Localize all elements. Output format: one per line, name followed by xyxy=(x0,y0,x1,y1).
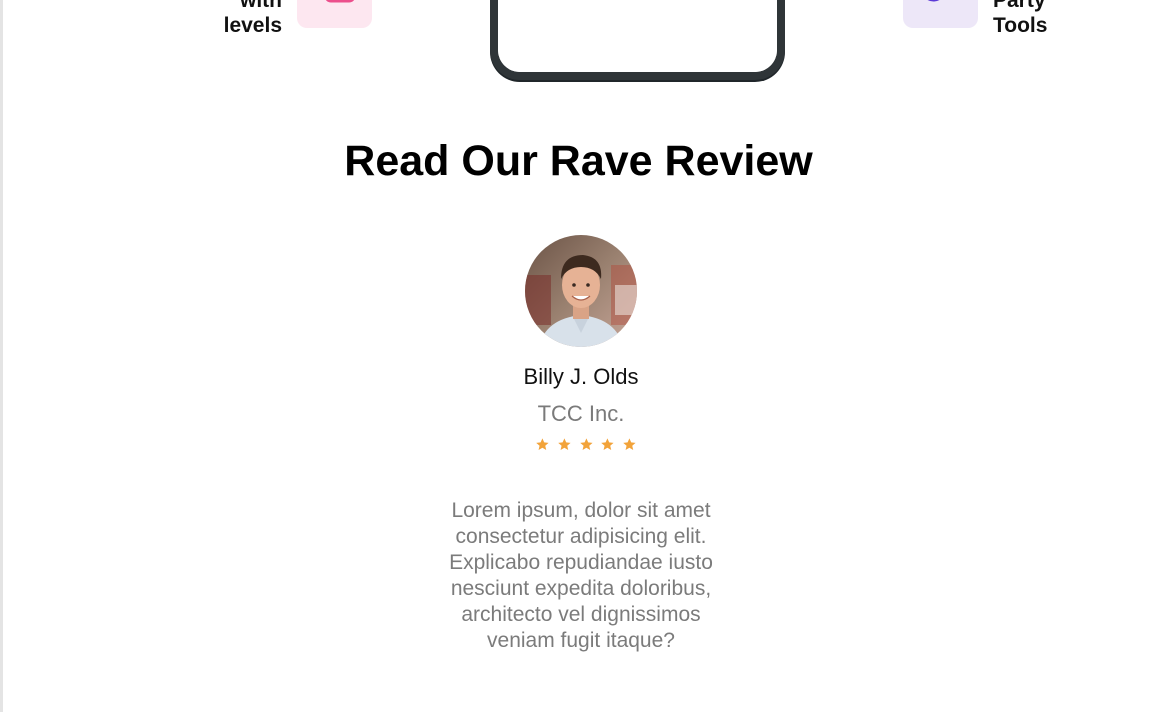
star-icon xyxy=(601,438,614,451)
reviewer-name: Billy J. Olds xyxy=(523,364,639,389)
avatar-photo xyxy=(525,235,637,347)
review-text: Lorem ipsum, dolor sit amet consectetur … xyxy=(449,499,713,652)
reviewer-company: TCC Inc. xyxy=(537,401,625,426)
star-icon xyxy=(579,438,593,451)
page: with levels Party Tools Read Our Rave Re… xyxy=(0,0,1157,712)
feature-left-icon-tile xyxy=(297,0,372,28)
feature-left-label: with levels xyxy=(224,0,282,38)
feature-right-icon-tile xyxy=(903,0,978,28)
feature-left-line-1: with xyxy=(240,0,282,12)
loading-arc-icon xyxy=(927,0,940,2)
feature-left-line-2: levels xyxy=(223,14,282,37)
phone-screen xyxy=(498,0,777,72)
star-icon xyxy=(536,438,549,451)
star-rating xyxy=(535,437,637,455)
avatar xyxy=(525,235,637,347)
feature-right-line-2: Tools xyxy=(993,14,1048,37)
feature-right-line-1: Party xyxy=(993,0,1046,12)
feature-right-label: Party Tools xyxy=(993,0,1047,38)
star-icon xyxy=(623,438,636,451)
star-icon xyxy=(558,438,571,451)
page-left-border xyxy=(0,0,3,712)
square-icon xyxy=(325,0,355,3)
section-title: Read Our Rave Review xyxy=(344,137,813,185)
phone-mockup xyxy=(490,0,785,80)
